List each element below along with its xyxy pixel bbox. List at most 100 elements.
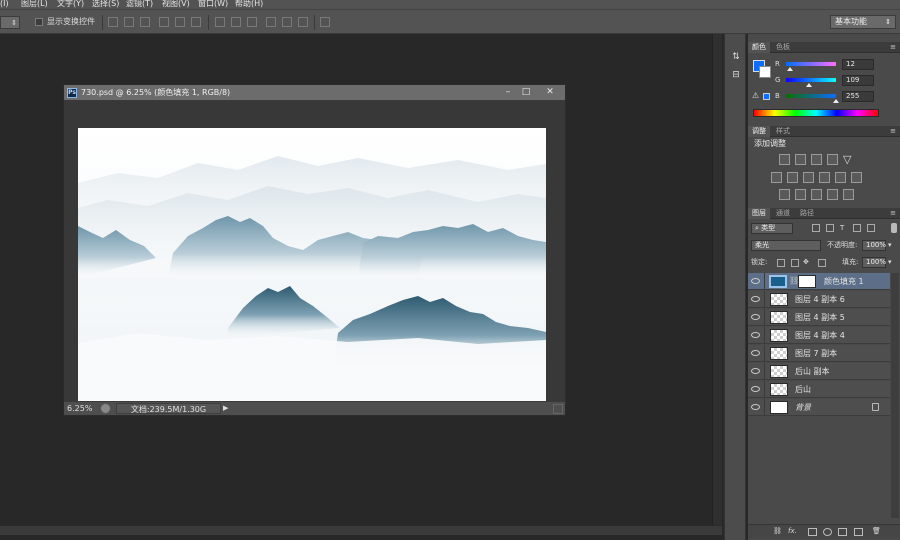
panel-menu-icon[interactable]: ≡ bbox=[890, 127, 896, 136]
menu-item-view[interactable]: 视图(V) bbox=[162, 0, 190, 9]
levels-icon[interactable] bbox=[795, 154, 806, 165]
invert-icon[interactable] bbox=[779, 189, 790, 200]
eye-icon[interactable] bbox=[751, 404, 760, 410]
align-bottom-icon[interactable] bbox=[140, 17, 150, 27]
close-button[interactable]: ✕ bbox=[541, 86, 559, 99]
filter-smart-object-icon[interactable] bbox=[867, 224, 875, 232]
layer-row[interactable]: 后山 bbox=[748, 381, 890, 398]
trash-icon[interactable]: 🗑 bbox=[872, 526, 881, 537]
tab-color[interactable]: 颜色 bbox=[748, 42, 770, 53]
filter-type-icon[interactable]: T bbox=[840, 223, 844, 234]
channel-b-value[interactable]: 255 bbox=[842, 91, 874, 102]
zoom-field[interactable]: 6.25% bbox=[67, 403, 99, 414]
exposure-icon[interactable] bbox=[827, 154, 838, 165]
layers-scrollbar[interactable] bbox=[891, 273, 899, 518]
background-color-swatch[interactable] bbox=[759, 66, 771, 78]
workspace-select[interactable]: 基本功能 ⇕ bbox=[830, 15, 896, 29]
distribute-vcenter-icon[interactable] bbox=[231, 17, 241, 27]
group-folder-icon[interactable] bbox=[838, 528, 847, 536]
channel-r-value[interactable]: 12 bbox=[842, 59, 874, 70]
threshold-icon[interactable] bbox=[811, 189, 822, 200]
auto-align-icon[interactable] bbox=[320, 17, 330, 27]
tab-paths[interactable]: 路径 bbox=[796, 208, 818, 219]
photo-filter-icon[interactable] bbox=[819, 172, 830, 183]
align-right-icon[interactable] bbox=[191, 17, 201, 27]
layer-row[interactable]: 图层 7 副本 bbox=[748, 345, 890, 362]
distribute-hcenter-icon[interactable] bbox=[282, 17, 292, 27]
menu-item-window[interactable]: 窗口(W) bbox=[198, 0, 228, 9]
panel-menu-icon[interactable]: ≡ bbox=[890, 43, 896, 52]
landscape-image[interactable] bbox=[78, 128, 546, 408]
eye-icon[interactable] bbox=[751, 296, 760, 302]
filter-shape-icon[interactable] bbox=[853, 224, 861, 232]
tab-channels[interactable]: 通道 bbox=[772, 208, 794, 219]
color-balance-icon[interactable] bbox=[787, 172, 798, 183]
maximize-button[interactable]: □ bbox=[517, 86, 535, 99]
chevron-down-icon[interactable]: ▾ bbox=[888, 240, 892, 251]
channel-b-thumb[interactable] bbox=[833, 99, 839, 103]
lock-position-icon[interactable]: ✥ bbox=[803, 257, 809, 268]
tool-preset-picker[interactable]: ⇕ bbox=[0, 16, 20, 29]
eye-icon[interactable] bbox=[751, 386, 760, 392]
tab-layers[interactable]: 图层 bbox=[748, 208, 770, 219]
filter-pixel-icon[interactable] bbox=[812, 224, 820, 232]
fill-input[interactable]: 100% bbox=[862, 257, 886, 268]
lock-pixels-icon[interactable] bbox=[791, 259, 799, 267]
lock-all-icon[interactable] bbox=[818, 259, 826, 267]
status-icon[interactable] bbox=[100, 403, 111, 414]
opacity-input[interactable]: 100% bbox=[862, 240, 886, 251]
show-transform-checkbox[interactable] bbox=[35, 18, 43, 26]
layer-filter-select[interactable]: ⌕ 类型 bbox=[751, 223, 793, 234]
workspace-vertical-scrollbar[interactable] bbox=[712, 34, 722, 525]
tab-adjustments[interactable]: 调整 bbox=[748, 126, 770, 137]
minimize-button[interactable]: – bbox=[499, 86, 517, 99]
channel-g-thumb[interactable] bbox=[806, 83, 812, 87]
channel-b-slider[interactable] bbox=[786, 94, 836, 98]
vibrance-icon[interactable]: ▽ bbox=[843, 154, 854, 165]
channel-r-thumb[interactable] bbox=[787, 67, 793, 71]
lock-transparency-icon[interactable] bbox=[777, 259, 785, 267]
distribute-left-icon[interactable] bbox=[266, 17, 276, 27]
eye-icon[interactable] bbox=[751, 368, 760, 374]
menu-item-select[interactable]: 选择(S) bbox=[92, 0, 119, 9]
layer-row[interactable]: 后山 副本 bbox=[748, 363, 890, 380]
tab-styles[interactable]: 样式 bbox=[772, 126, 794, 137]
black-white-icon[interactable] bbox=[803, 172, 814, 183]
eye-icon[interactable] bbox=[751, 332, 760, 338]
eye-icon[interactable] bbox=[751, 314, 760, 320]
resize-grip-icon[interactable] bbox=[553, 404, 563, 414]
align-left-icon[interactable] bbox=[159, 17, 169, 27]
menu-item-type[interactable]: 文字(Y) bbox=[57, 0, 84, 9]
align-vcenter-icon[interactable] bbox=[124, 17, 134, 27]
color-lookup-icon[interactable] bbox=[851, 172, 862, 183]
channel-g-slider[interactable] bbox=[786, 78, 836, 82]
align-hcenter-icon[interactable] bbox=[175, 17, 185, 27]
channel-r-slider[interactable] bbox=[786, 62, 836, 66]
color-spectrum[interactable] bbox=[753, 109, 879, 117]
eye-icon[interactable] bbox=[751, 278, 760, 284]
layer-row-color-fill[interactable]: ⛓ 颜色填充 1 bbox=[748, 273, 890, 290]
filter-toggle[interactable] bbox=[891, 223, 897, 233]
channel-mixer-icon[interactable] bbox=[835, 172, 846, 183]
menu-item-image[interactable]: (I) bbox=[0, 0, 9, 9]
canvas-area[interactable] bbox=[64, 101, 565, 408]
align-top-icon[interactable] bbox=[108, 17, 118, 27]
channel-g-value[interactable]: 109 bbox=[842, 75, 874, 86]
panel-menu-icon[interactable]: ≡ bbox=[890, 209, 896, 218]
layer-row[interactable]: 图层 4 副本 5 bbox=[748, 309, 890, 326]
add-mask-icon[interactable] bbox=[808, 528, 817, 536]
document-titlebar[interactable]: Ps 730.psd @ 6.25% (颜色填充 1, RGB/8) – □ ✕ bbox=[64, 85, 565, 101]
chevron-right-icon[interactable]: ▶ bbox=[223, 403, 231, 414]
distribute-bottom-icon[interactable] bbox=[247, 17, 257, 27]
history-icon[interactable]: ⇅ bbox=[730, 52, 742, 62]
workspace-horizontal-scrollbar[interactable] bbox=[0, 525, 722, 535]
link-layers-icon[interactable]: ⛓ bbox=[773, 526, 782, 537]
curves-icon[interactable] bbox=[811, 154, 822, 165]
gradient-map-icon[interactable] bbox=[827, 189, 838, 200]
filter-adjustment-icon[interactable] bbox=[826, 224, 834, 232]
layer-row[interactable]: 图层 4 副本 4 bbox=[748, 327, 890, 344]
distribute-top-icon[interactable] bbox=[215, 17, 225, 27]
menu-item-layer[interactable]: 图层(L) bbox=[21, 0, 48, 9]
layer-row-background[interactable]: 背景 bbox=[748, 399, 890, 416]
layer-mask-thumbnail[interactable] bbox=[798, 275, 816, 288]
